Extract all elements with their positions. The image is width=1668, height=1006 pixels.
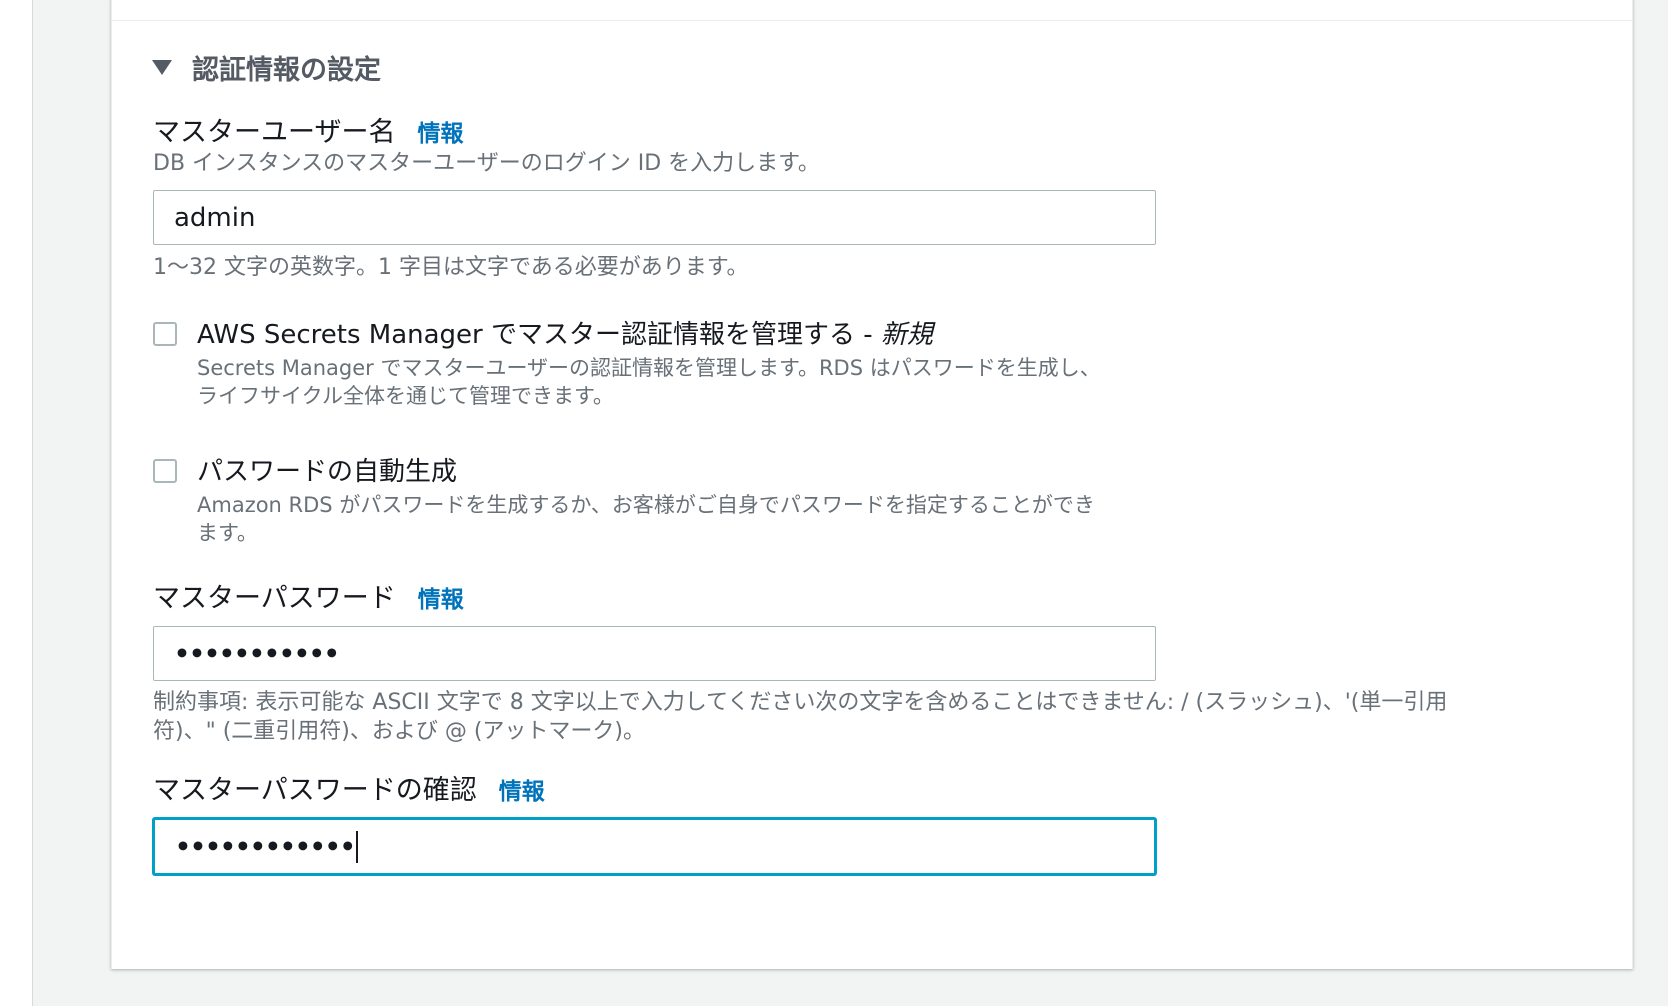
master-username-info-link[interactable]: 情報	[417, 114, 463, 148]
auto-generate-password-option[interactable]: パスワードの自動生成 Amazon RDS がパスワードを生成するか、お客様がご…	[153, 453, 1147, 547]
master-username-value: admin	[174, 202, 256, 233]
secrets-manager-option[interactable]: AWS Secrets Manager でマスター認証情報を管理する - 新規 …	[153, 316, 1147, 410]
secrets-manager-description-line2: ライフサイクル全体を通じて管理できます。	[197, 384, 614, 408]
secrets-manager-label: AWS Secrets Manager でマスター認証情報を管理する - 新規	[197, 316, 1147, 354]
auto-generate-password-checkbox[interactable]	[153, 459, 177, 483]
confirm-password-label-row: マスターパスワードの確認 情報	[153, 768, 545, 807]
master-password-label: マスターパスワード	[153, 583, 396, 614]
confirm-password-masked-value: ••••••••••••	[175, 832, 356, 861]
auto-generate-password-text: パスワードの自動生成 Amazon RDS がパスワードを生成するか、お客様がご…	[197, 453, 1147, 547]
caret-down-icon[interactable]	[152, 60, 172, 75]
master-password-info-link[interactable]: 情報	[418, 580, 464, 614]
section-header[interactable]: 認証情報の設定	[152, 48, 381, 87]
auto-generate-password-description-line2: ます。	[197, 521, 258, 545]
master-username-constraint: 1〜32 文字の英数字。1 字目は文字である必要があります。	[153, 255, 749, 280]
secrets-manager-label-text: AWS Secrets Manager でマスター認証情報を管理する -	[197, 320, 881, 350]
master-username-label: マスターユーザー名	[153, 117, 396, 148]
new-badge: 新規	[880, 320, 933, 350]
master-password-constraint-line1: 制約事項: 表示可能な ASCII 文字で 8 文字以上で入力してください次の文…	[153, 690, 1448, 715]
secrets-manager-description-line1: Secrets Manager でマスターユーザーの認証情報を管理します。RDS…	[197, 356, 1101, 380]
master-password-label-row: マスターパスワード 情報	[153, 576, 464, 615]
master-password-input[interactable]: •••••••••••	[153, 626, 1156, 681]
auto-generate-password-description-line1: Amazon RDS がパスワードを生成するか、お客様がご自身でパスワードを指定…	[197, 493, 1095, 517]
divider	[112, 20, 1632, 21]
section-title: 認証情報の設定	[192, 55, 381, 86]
secrets-manager-text: AWS Secrets Manager でマスター認証情報を管理する - 新規 …	[197, 316, 1147, 410]
master-password-masked-value: •••••••••••	[174, 639, 340, 668]
secrets-manager-checkbox[interactable]	[153, 322, 177, 346]
left-rail	[0, 0, 33, 1006]
confirm-password-label: マスターパスワードの確認	[153, 775, 477, 806]
auto-generate-password-label: パスワードの自動生成	[197, 457, 458, 487]
master-username-input[interactable]: admin	[153, 190, 1156, 245]
master-username-description: DB インスタンスのマスターユーザーのログイン ID を入力します。	[153, 151, 820, 176]
credentials-panel: 認証情報の設定 マスターユーザー名 情報 DB インスタンスのマスターユーザーの…	[111, 0, 1633, 969]
confirm-password-input[interactable]: ••••••••••••	[153, 818, 1156, 875]
master-password-constraint-line2: 符)、" (二重引用符)、および @ (アットマーク)。	[153, 719, 646, 744]
text-cursor	[355, 830, 358, 863]
confirm-password-info-link[interactable]: 情報	[499, 772, 545, 806]
master-username-label-row: マスターユーザー名 情報	[153, 110, 463, 149]
